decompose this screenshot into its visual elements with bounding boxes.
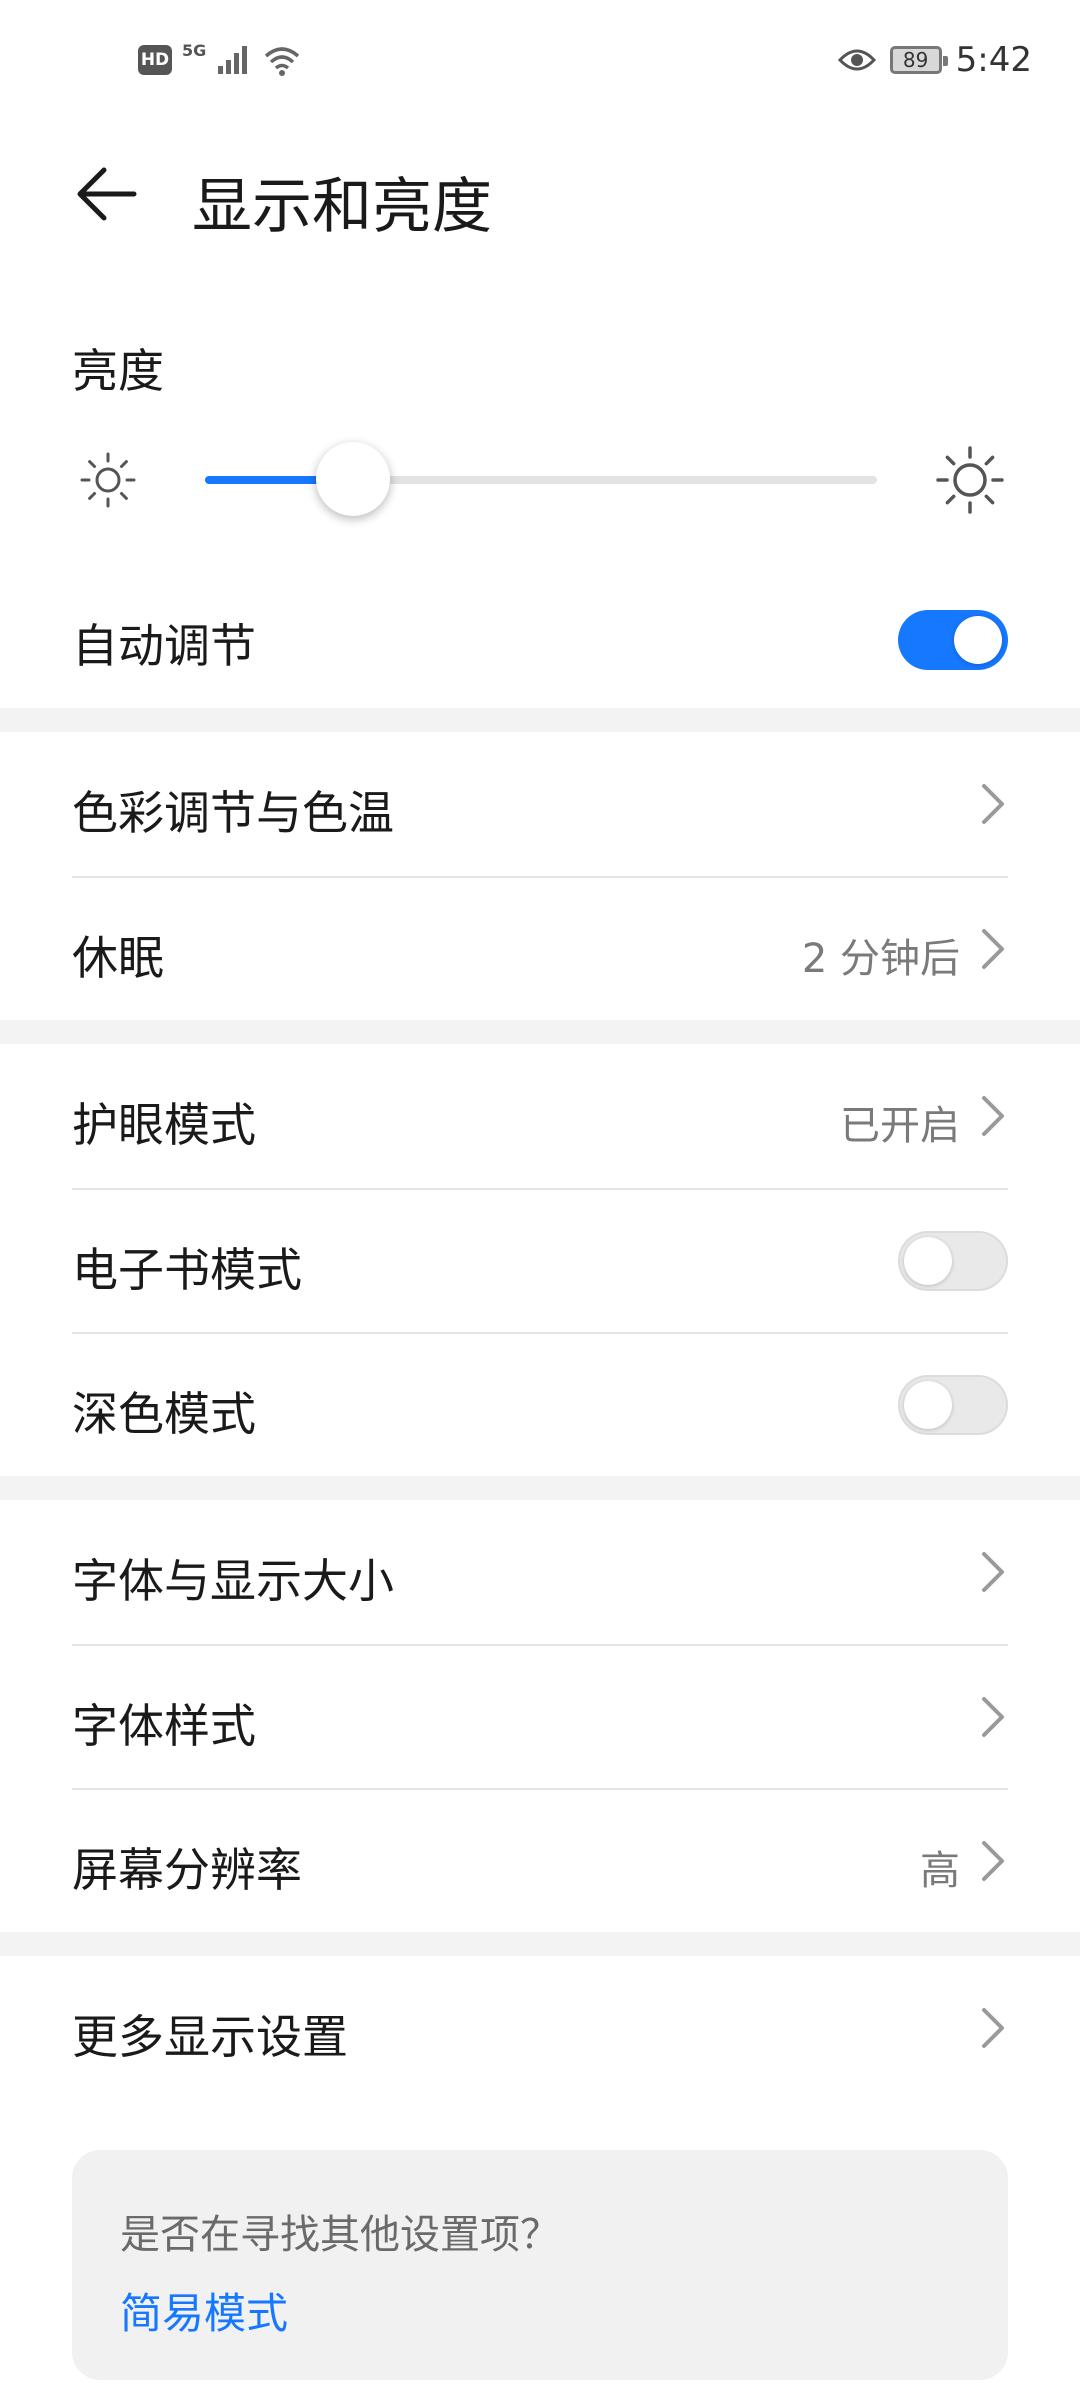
toggle-knob [904,1381,952,1429]
sleep-row[interactable]: 休眠 2 分钟后 [0,878,1080,1020]
chevron-right-icon [982,784,1004,824]
chevron-right-icon [982,1841,1004,1881]
clock: 5:42 [955,40,1032,80]
toggle-knob [904,1237,952,1285]
hd-icon: HD [138,45,172,75]
font-style-row[interactable]: 字体样式 [0,1646,1080,1788]
display-brightness-screen: HD 5G 89 5:42 显示和亮度 亮度 自动调节 色彩调节与色温 休眠 2… [0,0,1080,2400]
auto-adjust-toggle[interactable] [898,610,1008,670]
chevron-right-icon [982,1096,1004,1136]
chevron-right-icon [982,1697,1004,1737]
eye-icon [837,49,876,71]
status-bar: HD 5G 89 5:42 [0,0,1080,130]
font-style-label: 字体样式 [72,1699,256,1753]
back-button[interactable] [72,154,142,234]
page-title: 显示和亮度 [192,172,492,242]
chevron-right-icon [982,2008,1004,2048]
section-gap [0,708,1080,732]
top-app-bar: 显示和亮度 [0,150,1080,242]
resolution-value: 高 [920,1848,960,1894]
eye-comfort-label: 护眼模式 [72,1098,256,1152]
suggestion-card: 是否在寻找其他设置项？ 简易模式 [72,2150,1008,2380]
eye-comfort-row[interactable]: 护眼模式 已开启 [0,1044,1080,1188]
section-gap [0,1020,1080,1044]
sleep-label: 休眠 [72,931,164,985]
status-right: 89 5:42 [837,40,1032,80]
ebook-mode-row[interactable]: 电子书模式 [0,1190,1080,1332]
signal-icon [218,46,248,74]
brightness-slider-handle[interactable] [315,442,390,516]
more-display-row[interactable]: 更多显示设置 [0,1956,1080,2100]
font-size-label: 字体与显示大小 [72,1554,394,1608]
suggestion-question: 是否在寻找其他设置项？ [120,2212,560,2258]
ebook-mode-toggle[interactable] [898,1231,1008,1291]
arrow-left-icon [77,167,137,221]
dark-mode-label: 深色模式 [72,1387,256,1441]
sleep-value: 2 分钟后 [801,936,960,982]
resolution-label: 屏幕分辨率 [72,1843,302,1897]
toggle-knob [954,616,1002,664]
chevron-right-icon [982,929,1004,969]
dark-mode-toggle[interactable] [898,1375,1008,1435]
wifi-icon [265,47,300,76]
auto-adjust-label: 自动调节 [72,619,256,673]
battery-level: 89 [902,48,929,72]
status-left: HD 5G [138,40,302,76]
battery-icon: 89 [889,46,948,74]
color-temperature-row[interactable]: 色彩调节与色温 [0,732,1080,876]
eye-comfort-value: 已开启 [840,1103,960,1149]
ebook-mode-label: 电子书模式 [72,1243,302,1297]
dark-mode-row[interactable]: 深色模式 [0,1334,1080,1476]
simple-mode-link[interactable]: 简易模式 [120,2280,288,2341]
color-temperature-label: 色彩调节与色温 [72,786,394,840]
brightness-label: 亮度 [72,344,164,398]
more-display-label: 更多显示设置 [72,2010,348,2064]
network-type: 5G [182,40,207,60]
brightness-slider[interactable] [205,476,877,484]
brightness-high-icon [936,446,1004,514]
font-size-row[interactable]: 字体与显示大小 [0,1500,1080,1644]
resolution-row[interactable]: 屏幕分辨率 高 [0,1790,1080,1932]
section-gap [0,1476,1080,1500]
chevron-right-icon [982,1552,1004,1592]
auto-adjust-row[interactable]: 自动调节 [0,590,1080,690]
brightness-low-icon [80,452,136,508]
section-gap [0,1932,1080,1956]
